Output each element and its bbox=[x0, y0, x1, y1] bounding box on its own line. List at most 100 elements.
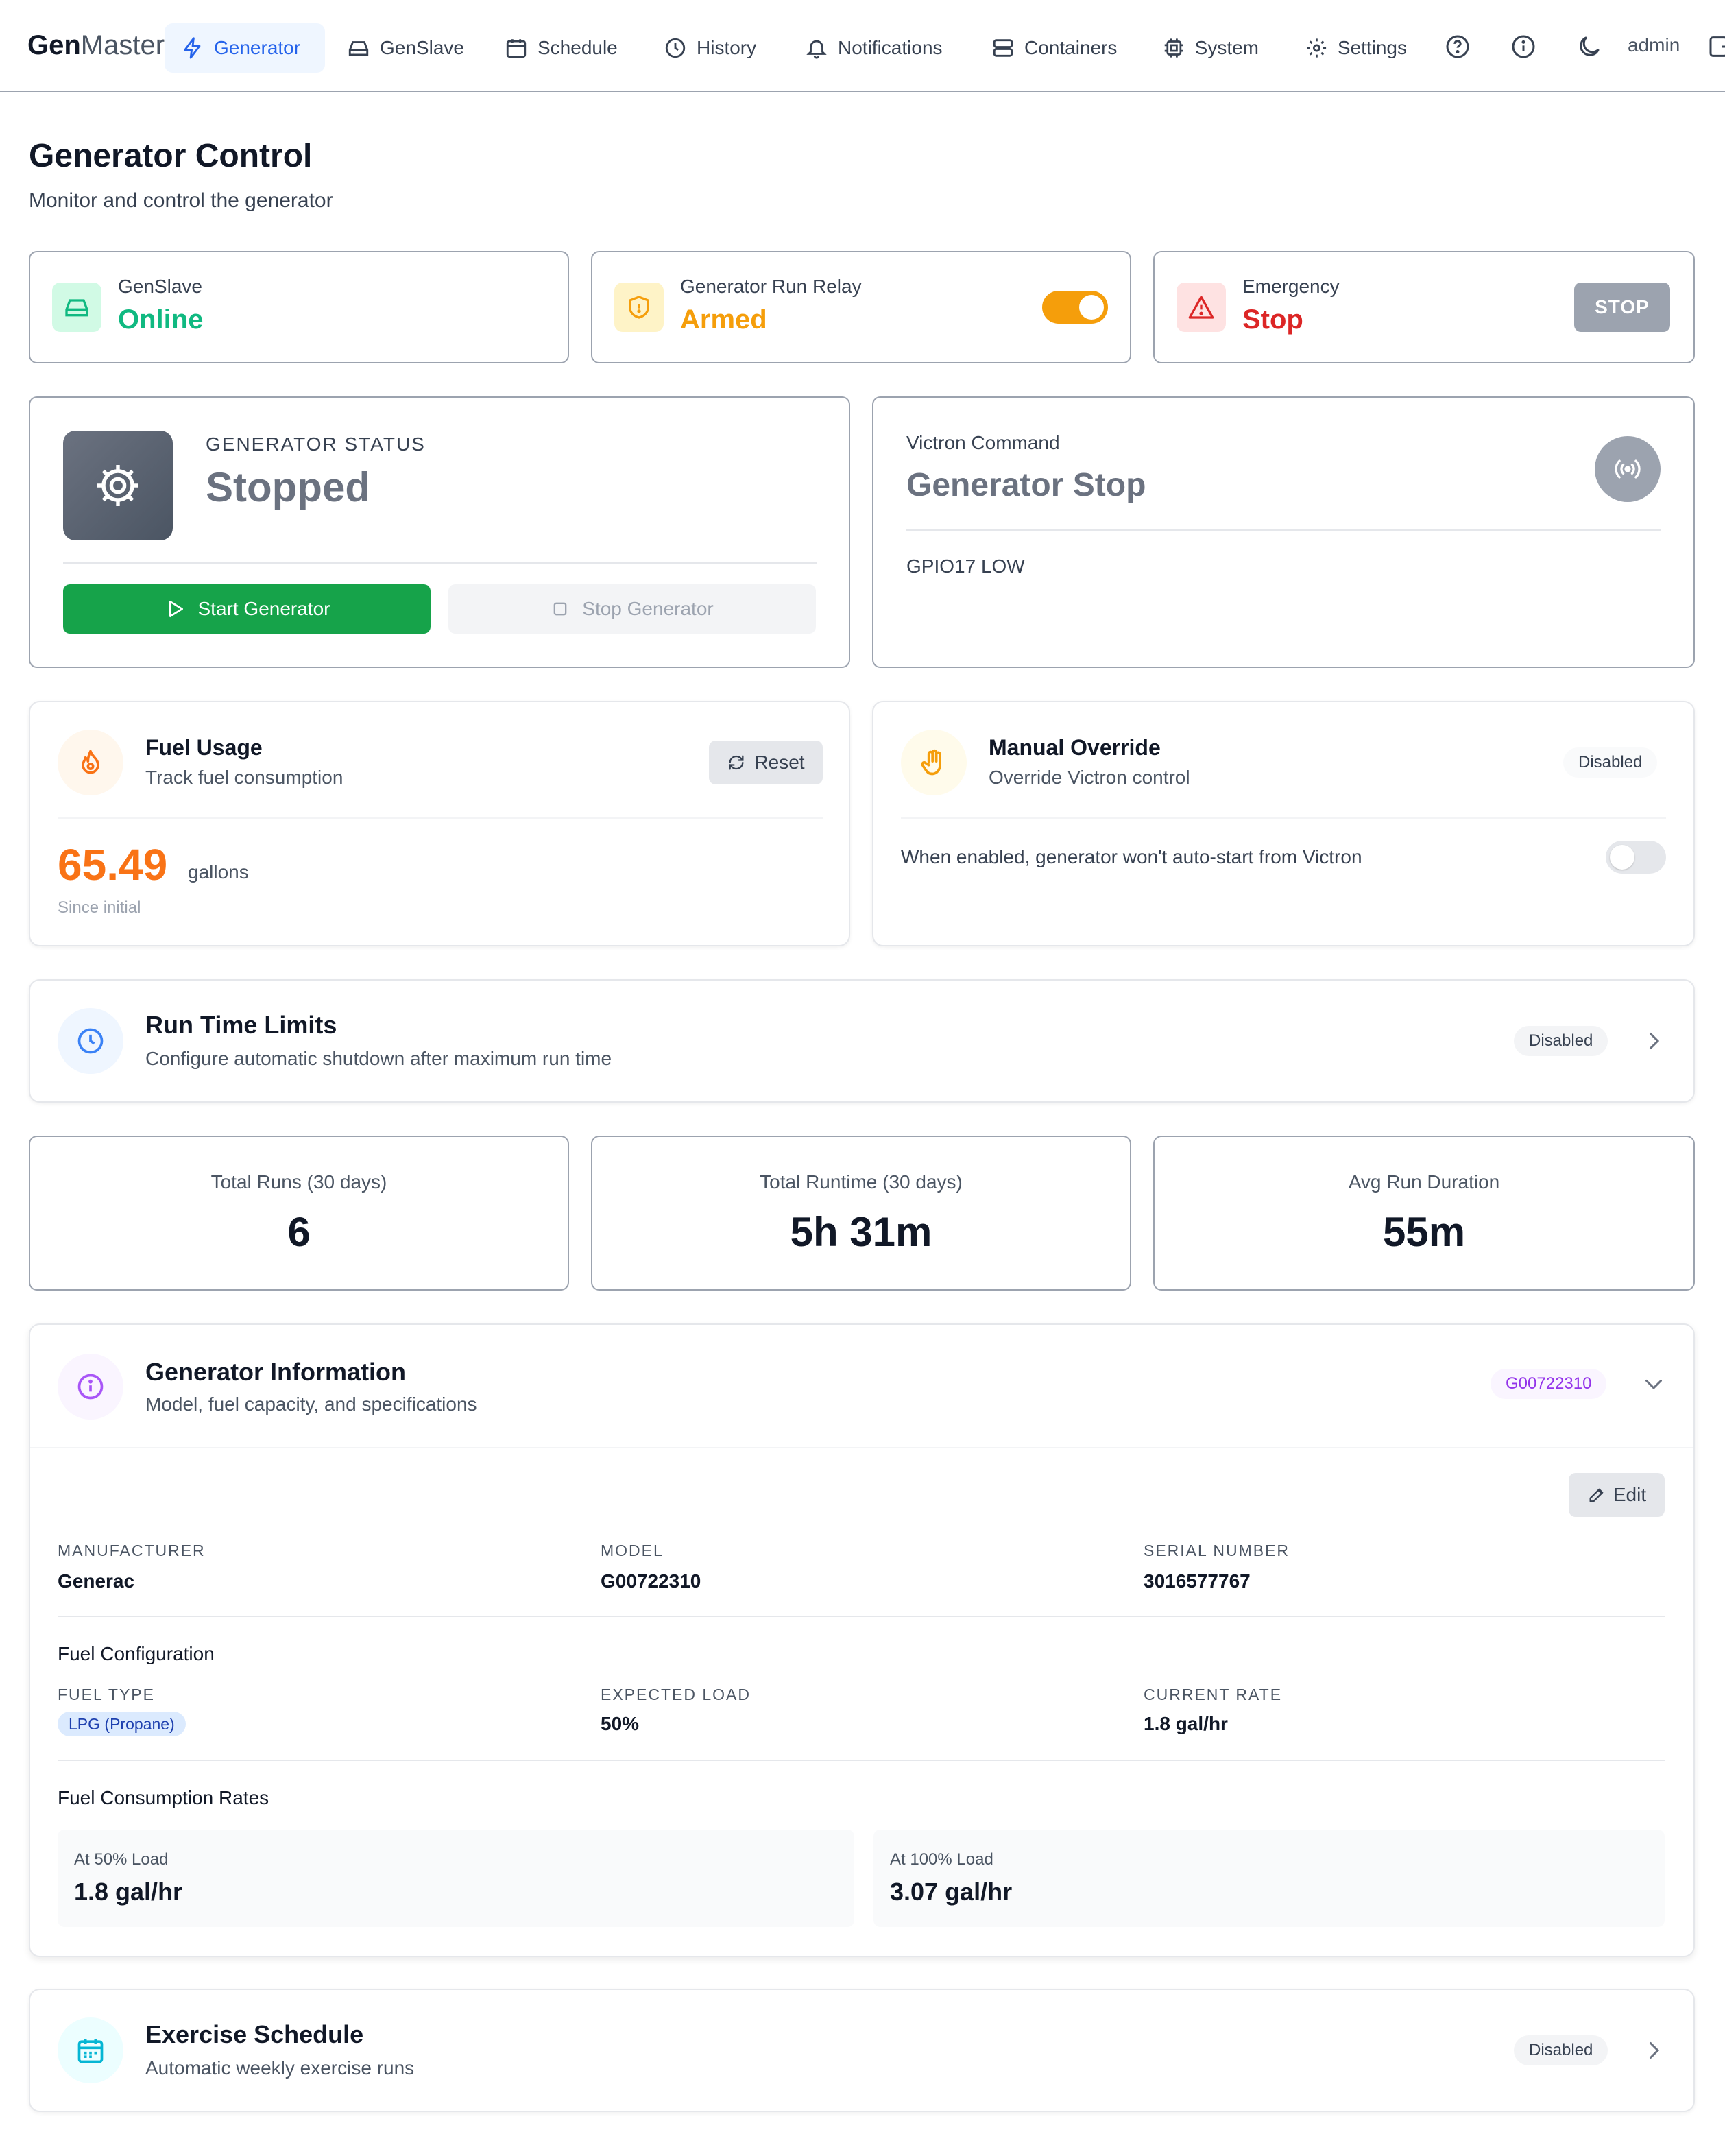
stop-square-icon bbox=[553, 602, 567, 616]
override-toggle[interactable] bbox=[1606, 841, 1666, 874]
stat-card-avg-duration: Avg Run Duration 55m bbox=[1153, 1136, 1695, 1291]
rate-box-100: At 100% Load 3.07 gal/hr bbox=[873, 1830, 1665, 1927]
hard-drive-icon bbox=[65, 299, 88, 317]
page-title: Generator Control bbox=[29, 138, 313, 174]
stat-value: 6 bbox=[287, 1209, 311, 1255]
nav-item-generator[interactable]: Generator bbox=[165, 23, 325, 73]
stat-label: Avg Run Duration bbox=[1348, 1171, 1500, 1193]
nav-item-containers[interactable]: Containers bbox=[975, 23, 1138, 73]
manufacturer-label: MANUFACTURER bbox=[58, 1542, 206, 1559]
stat-card-total-runs: Total Runs (30 days) 6 bbox=[29, 1136, 569, 1291]
brand-logo[interactable]: GenMaster bbox=[27, 27, 165, 63]
victron-label: Victron Command bbox=[906, 432, 1060, 453]
start-generator-button[interactable]: Start Generator bbox=[63, 584, 431, 634]
victron-signal-badge bbox=[1595, 436, 1661, 502]
expected-load-label: EXPECTED LOAD bbox=[601, 1686, 751, 1703]
override-divider bbox=[901, 817, 1666, 819]
fuel-type-badge: LPG (Propane) bbox=[58, 1712, 186, 1736]
override-subtitle: Override Victron control bbox=[989, 767, 1190, 788]
nav-item-system[interactable]: System bbox=[1146, 23, 1275, 73]
exercise-schedule-card[interactable]: Exercise Schedule Automatic weekly exerc… bbox=[29, 1989, 1695, 2112]
bolt-icon bbox=[184, 37, 201, 59]
relay-label: Generator Run Relay bbox=[680, 276, 862, 297]
edit-icon bbox=[1589, 1488, 1604, 1502]
fuel-note: Since initial bbox=[58, 898, 141, 917]
relay-toggle-knob bbox=[1079, 295, 1104, 320]
fuel-reset-button[interactable]: Reset bbox=[709, 741, 823, 784]
fuel-subtitle: Track fuel consumption bbox=[145, 767, 343, 788]
nav-item-label: System bbox=[1194, 37, 1259, 58]
stat-label: Total Runtime (30 days) bbox=[760, 1171, 963, 1193]
shield-icon bbox=[629, 296, 649, 319]
exercise-expand-button[interactable] bbox=[1641, 2038, 1666, 2063]
nav-item-notifications[interactable]: Notifications bbox=[788, 23, 968, 73]
brand-bold: Gen bbox=[27, 30, 81, 60]
fuel-reset-label: Reset bbox=[754, 752, 805, 773]
start-generator-label: Start Generator bbox=[197, 598, 330, 619]
help-button[interactable] bbox=[1444, 33, 1471, 60]
generator-status-card: GENERATOR STATUS Stopped Start Generator… bbox=[29, 396, 850, 668]
theme-toggle-button[interactable] bbox=[1576, 33, 1603, 60]
run-time-limits-card[interactable]: Run Time Limits Configure automatic shut… bbox=[29, 979, 1695, 1103]
fuel-amount: 65.49 bbox=[58, 840, 168, 889]
genslave-status-card: GenSlave Online bbox=[29, 251, 569, 363]
runtime-expand-button[interactable] bbox=[1641, 1029, 1666, 1053]
page-subtitle: Monitor and control the generator bbox=[29, 189, 333, 212]
gen-info-edit-label: Edit bbox=[1613, 1484, 1647, 1505]
cpu-icon bbox=[1164, 38, 1183, 58]
runtime-status-badge: Disabled bbox=[1514, 1026, 1608, 1056]
rate-value: 3.07 gal/hr bbox=[890, 1878, 1013, 1906]
current-rate-value: 1.8 gal/hr bbox=[1144, 1713, 1228, 1734]
emergency-value: Stop bbox=[1242, 304, 1303, 335]
calendar-icon bbox=[77, 2039, 104, 2063]
info-icon bbox=[77, 1374, 104, 1400]
relay-toggle[interactable] bbox=[1042, 291, 1108, 324]
serial-number-label: SERIAL NUMBER bbox=[1144, 1542, 1290, 1559]
gen-info-title: Generator Information bbox=[145, 1358, 407, 1386]
override-status-badge: Disabled bbox=[1563, 747, 1658, 778]
genslave-icon-box bbox=[52, 283, 101, 332]
nav-item-settings[interactable]: Settings bbox=[1289, 23, 1423, 73]
exercise-icon-circle bbox=[58, 2017, 123, 2083]
emergency-icon-box bbox=[1177, 283, 1226, 332]
gen-info-model-badge: G00722310 bbox=[1491, 1369, 1607, 1399]
nav-item-genslave[interactable]: GenSlave bbox=[330, 23, 481, 73]
hard-drive-icon bbox=[348, 41, 369, 56]
nav-item-history[interactable]: History bbox=[647, 23, 782, 73]
help-icon bbox=[1446, 35, 1469, 58]
rate-box-50: At 50% Load 1.8 gal/hr bbox=[58, 1830, 854, 1927]
gen-info-header[interactable]: Generator Information Model, fuel capaci… bbox=[30, 1325, 1693, 1447]
genslave-value: Online bbox=[118, 304, 204, 335]
current-rate-label: CURRENT RATE bbox=[1144, 1686, 1283, 1703]
override-icon-circle bbox=[901, 730, 967, 795]
fuel-rates-title: Fuel Consumption Rates bbox=[58, 1787, 269, 1808]
gen-info-divider-2 bbox=[58, 1760, 1665, 1761]
stop-generator-label: Stop Generator bbox=[582, 598, 714, 619]
gen-info-edit-button[interactable]: Edit bbox=[1569, 1473, 1665, 1517]
emergency-label: Emergency bbox=[1242, 276, 1340, 297]
victron-command-card: Victron Command Generator Stop GPIO17 LO… bbox=[872, 396, 1695, 668]
about-button[interactable] bbox=[1510, 33, 1537, 60]
fuel-type-label: FUEL TYPE bbox=[58, 1686, 155, 1703]
relay-value: Armed bbox=[680, 304, 767, 335]
info-icon bbox=[1512, 35, 1535, 58]
gen-info-divider-1 bbox=[58, 1616, 1665, 1617]
clock-icon bbox=[665, 38, 686, 58]
emergency-stop-button[interactable]: STOP bbox=[1574, 283, 1670, 332]
override-toggle-knob bbox=[1610, 845, 1634, 870]
stat-value: 5h 31m bbox=[790, 1209, 932, 1255]
model-label: MODEL bbox=[601, 1542, 664, 1559]
nav-item-label: Containers bbox=[1024, 37, 1118, 58]
logout-button[interactable] bbox=[1707, 33, 1725, 60]
calendar-icon bbox=[506, 39, 527, 58]
stop-generator-button[interactable]: Stop Generator bbox=[448, 584, 816, 634]
fuel-divider bbox=[58, 817, 823, 819]
nav-item-schedule[interactable]: Schedule bbox=[488, 23, 640, 73]
override-description: When enabled, generator won't auto-start… bbox=[901, 846, 1362, 867]
top-nav: GenMaster Generator GenSlave Schedule Hi… bbox=[0, 0, 1725, 92]
hand-icon bbox=[921, 749, 941, 776]
nav-item-label: Generator bbox=[214, 37, 301, 58]
gen-info-icon-circle bbox=[58, 1354, 123, 1420]
gen-info-collapse-button[interactable] bbox=[1641, 1372, 1666, 1396]
user-name[interactable]: admin bbox=[1628, 34, 1680, 56]
